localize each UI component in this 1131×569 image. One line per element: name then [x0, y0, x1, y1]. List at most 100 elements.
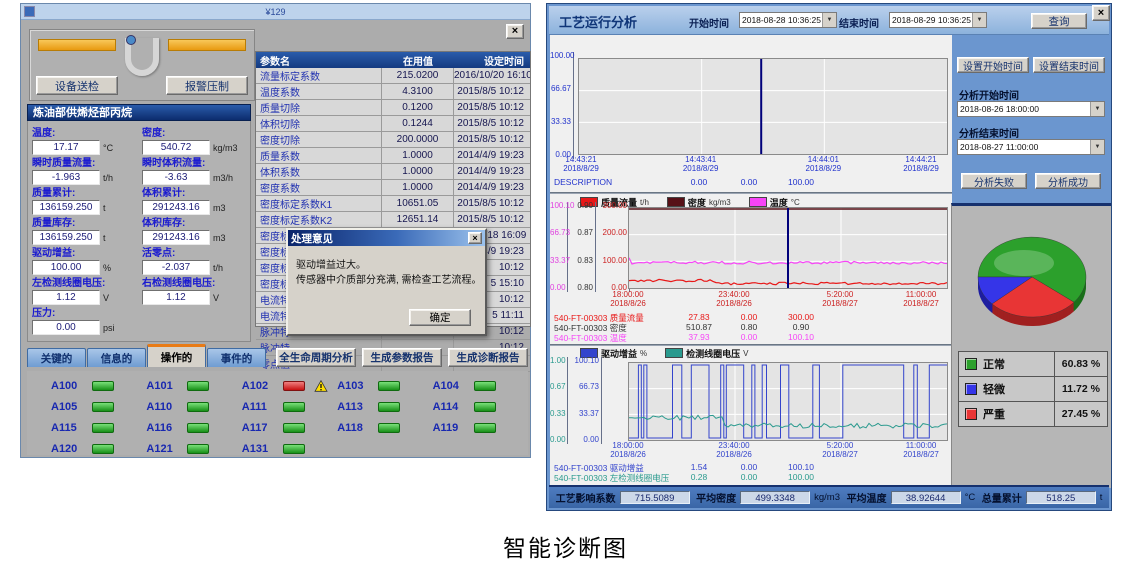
field-value-box[interactable]: -1.963: [32, 170, 100, 185]
set-end-time-button[interactable]: 设置结束时间: [1033, 57, 1105, 73]
indicator-A117[interactable]: A117: [242, 422, 337, 434]
y-tick: 33.37: [572, 410, 599, 418]
legend-label: 驱动增益: [601, 347, 637, 360]
table-row[interactable]: 密度切除200.00002015/8/5 10:12: [256, 132, 530, 148]
indicator-A114[interactable]: A114: [433, 401, 528, 413]
pie-value: 11.72 %: [1055, 383, 1107, 395]
table-row[interactable]: 质量系数1.00002014/4/9 19:23: [256, 148, 530, 164]
field-value-box[interactable]: 0.00: [32, 320, 100, 335]
analysis-success-button[interactable]: 分析成功: [1035, 173, 1101, 189]
field-unit: t/h: [213, 263, 223, 273]
x-tick-3: 14:44:012018/8/29: [792, 155, 854, 173]
indicator-A131[interactable]: A131: [242, 443, 337, 455]
tab-4[interactable]: 事件的: [207, 348, 266, 367]
indicator-A118[interactable]: A118: [337, 422, 432, 434]
table-row[interactable]: 密度标定系数K110651.052015/8/5 10:12: [256, 196, 530, 212]
panel-close-button[interactable]: ×: [1092, 5, 1110, 21]
send-inspection-button[interactable]: 设备送检: [36, 76, 118, 95]
indicator-A116[interactable]: A116: [146, 422, 241, 434]
field-value-box[interactable]: 291243.16: [142, 200, 210, 215]
action-button-1[interactable]: 全生命周期分析: [276, 348, 356, 367]
field-value-box[interactable]: 1.12: [142, 290, 210, 305]
pie-value: 27.45 %: [1055, 408, 1107, 420]
x-tick-2: 23:40:002018/8/26: [703, 441, 765, 459]
param-value: 1.0000: [382, 180, 454, 195]
y-tick: 100.00: [550, 52, 571, 60]
analysis-end-dropdown[interactable]: 2018-08-27 11:00:00 ▼: [957, 139, 1105, 155]
analysis-header: 工艺运行分析 开始时间 2018-08-28 10:36:25 ▼ 结束时间 2…: [549, 6, 1109, 35]
indicator-A115[interactable]: A115: [51, 422, 146, 434]
field-unit: t/h: [103, 173, 113, 183]
table-row[interactable]: 密度标定系数K212651.142015/8/5 10:12: [256, 212, 530, 228]
field-value-box[interactable]: 540.72: [142, 140, 210, 155]
query-button[interactable]: 查询: [1031, 13, 1087, 29]
table-row[interactable]: 体积系数1.00002014/4/9 19:23: [256, 164, 530, 180]
series-coil-voltage: [629, 415, 947, 428]
table-row[interactable]: 密度系数1.00002014/4/9 19:23: [256, 180, 530, 196]
indicator-A101[interactable]: A101: [146, 380, 241, 392]
indicator-A113[interactable]: A113: [337, 401, 432, 413]
field-7: 体积库存:291243.16m3: [142, 214, 246, 244]
ok-led: [187, 423, 209, 433]
trend3-plot: [628, 362, 948, 441]
field-value-box[interactable]: 291243.16: [142, 230, 210, 245]
param-value: 0.1200: [382, 100, 454, 115]
indicator-A104[interactable]: A104: [433, 380, 528, 392]
field-label: 压力:: [32, 304, 136, 319]
field-value-box[interactable]: 17.17: [32, 140, 100, 155]
field-value-box[interactable]: 1.12: [32, 290, 100, 305]
indicator-A110[interactable]: A110: [146, 401, 241, 413]
x-tick-1: 14:43:212018/8/29: [550, 155, 612, 173]
ok-led: [283, 402, 305, 412]
pipe-left: [38, 39, 116, 51]
dialog-ok-button[interactable]: 确定: [409, 309, 471, 326]
analysis-fail-button[interactable]: 分析失败: [961, 173, 1027, 189]
tab-3[interactable]: 操作的: [147, 344, 206, 367]
param-name: 质量切除: [256, 100, 382, 115]
set-start-time-button[interactable]: 设置开始时间: [957, 57, 1029, 73]
x-tick-3: 5:20:002018/8/27: [809, 441, 871, 459]
y-tick: 0.83: [572, 257, 593, 265]
indicator-A102[interactable]: A102: [242, 380, 337, 392]
action-button-2[interactable]: 生成参数报告: [362, 348, 442, 367]
x-tick-date: 2018/8/27: [809, 299, 871, 308]
field-value-box[interactable]: 136159.250: [32, 230, 100, 245]
field-value-box[interactable]: 100.00: [32, 260, 100, 275]
table-row[interactable]: 温度系数4.31002015/8/5 10:12: [256, 84, 530, 100]
indicator-label: A100: [51, 380, 83, 392]
y-tick: 100.10: [550, 202, 565, 210]
indicator-A119[interactable]: A119: [433, 422, 528, 434]
dialog-close-button[interactable]: ×: [468, 232, 482, 244]
indicator-A105[interactable]: A105: [51, 401, 146, 413]
table-row[interactable]: 质量切除0.12002015/8/5 10:12: [256, 100, 530, 116]
indicator-A103[interactable]: A103: [337, 380, 432, 392]
ok-led: [378, 402, 400, 412]
table-row[interactable]: 体积切除0.12442015/8/5 10:12: [256, 116, 530, 132]
indicator-A120[interactable]: A120: [51, 443, 146, 455]
trend-row-max: 0.90: [776, 322, 826, 332]
alarm-suppress-button[interactable]: 报警压制: [166, 76, 248, 95]
x-tick-date: 2018/8/29: [550, 164, 612, 173]
end-time-value: 2018-08-29 10:36:25: [890, 15, 972, 25]
indicator-A121[interactable]: A121: [146, 443, 241, 455]
field-value-box[interactable]: 136159.250: [32, 200, 100, 215]
action-button-3[interactable]: 生成诊断报告: [448, 348, 528, 367]
ok-led: [474, 381, 496, 391]
start-time-dropdown[interactable]: 2018-08-28 10:36:25 ▼: [739, 12, 837, 28]
field-value-box[interactable]: -3.63: [142, 170, 210, 185]
analysis-start-dropdown[interactable]: 2018-08-26 18:00:00 ▼: [957, 101, 1105, 117]
end-time-dropdown[interactable]: 2018-08-29 10:36:25 ▼: [889, 12, 987, 28]
field-input-row: 136159.250t: [32, 230, 136, 245]
tab-2[interactable]: 信息的: [87, 348, 146, 367]
field-value-box[interactable]: -2.037: [142, 260, 210, 275]
left-close-button[interactable]: ×: [506, 24, 524, 39]
pie-highlight: [994, 250, 1054, 276]
indicator-A100[interactable]: A100: [51, 380, 146, 392]
tab-1[interactable]: 关键的: [27, 348, 86, 367]
table-row[interactable]: 流量标定系数215.02002016/10/20 16:10:21: [256, 68, 530, 84]
indicator-A111[interactable]: A111: [242, 401, 337, 413]
pie-label: 轻微: [983, 381, 1005, 397]
indicator-label: A118: [337, 422, 369, 434]
indicator-label: A121: [146, 443, 178, 455]
param-value: 1.0000: [382, 164, 454, 179]
